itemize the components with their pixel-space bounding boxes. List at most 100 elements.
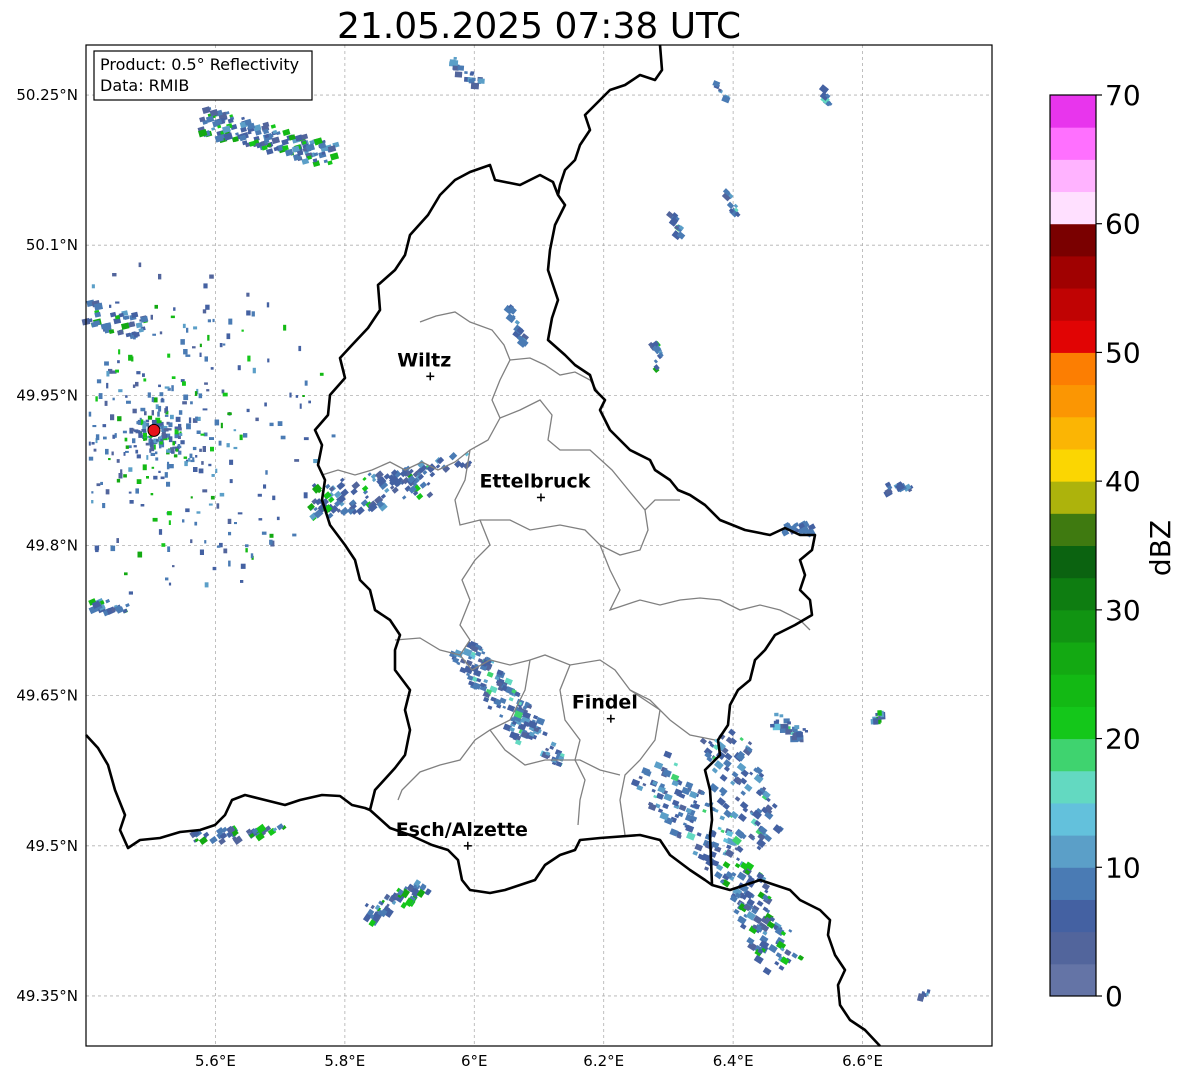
colorbar-tick-label: 40 (1105, 465, 1141, 498)
echo-cell (165, 406, 168, 412)
echo-cell (877, 716, 881, 720)
city-label: Esch/Alzette (396, 819, 528, 841)
echo-cell (135, 381, 139, 387)
echo-cell (228, 560, 231, 567)
colorbar-segment (1050, 899, 1096, 933)
echo-cell (151, 410, 154, 416)
colorbar-segment (1050, 384, 1096, 418)
colorbar-segment (1050, 706, 1096, 740)
echo-cell (189, 453, 193, 459)
echo-cell (229, 479, 233, 484)
echo-cell (775, 719, 780, 723)
echo-cell (160, 438, 163, 442)
echo-cell (877, 710, 882, 716)
echo-cell (105, 448, 109, 455)
colorbar-segment (1050, 835, 1096, 868)
echo-cell (98, 393, 103, 399)
echo-cell (210, 446, 214, 452)
echo-cell (202, 309, 207, 314)
echo-cell (128, 591, 133, 595)
echo-cell (246, 292, 250, 297)
echo-cell (180, 440, 185, 445)
colorbar-segment (1050, 963, 1096, 997)
lat-tick-label: 49.95°N (16, 386, 78, 404)
echo-cell (160, 476, 165, 480)
echo-cell (158, 529, 163, 535)
echo-cell (155, 451, 158, 455)
echo-cell (192, 446, 197, 451)
echo-cell (233, 429, 237, 432)
echo-cell (153, 475, 158, 480)
echo-cell (125, 445, 129, 449)
echo-cell (449, 59, 456, 65)
lat-tick-label: 50.1°N (26, 236, 78, 254)
echo-cell (796, 731, 803, 738)
echo-cell (226, 333, 231, 340)
echo-cell (91, 500, 94, 504)
echo-cell (196, 430, 201, 434)
echo-cell (292, 533, 297, 537)
echo-cell (180, 339, 185, 345)
echo-cell (211, 474, 215, 477)
echo-cell (214, 419, 220, 426)
echo-cell (147, 415, 153, 420)
lon-tick-label: 5.6°E (195, 1052, 236, 1070)
lon-tick-label: 6°E (461, 1052, 488, 1070)
echo-cell (222, 343, 226, 346)
echo-cell (233, 446, 238, 450)
echo-cell (263, 484, 267, 489)
echo-cell (240, 580, 244, 583)
echo-cell (250, 553, 254, 559)
echo-cell (207, 319, 211, 323)
echo-cell (161, 543, 166, 547)
colorbar-segment (1050, 191, 1096, 225)
echo-cell (150, 493, 154, 496)
echo-cell (295, 395, 299, 398)
echo-cell (172, 565, 175, 568)
echo-cell (115, 369, 119, 373)
echo-cell (269, 422, 274, 427)
colorbar-segment (1050, 481, 1096, 514)
echo-cell (186, 423, 191, 430)
echo-cell (245, 548, 248, 553)
echo-cell (243, 433, 248, 438)
echo-cell (227, 518, 232, 524)
echo-cell (182, 519, 185, 523)
echo-cell (132, 438, 136, 444)
echo-cell (170, 315, 175, 319)
echo-cell (199, 343, 202, 348)
lon-tick-label: 5.8°E (324, 1052, 365, 1070)
echo-cell (167, 511, 172, 516)
echo-cell (171, 376, 176, 379)
echo-cell (165, 577, 169, 581)
echo-cell (104, 400, 108, 406)
echo-cell (128, 445, 132, 449)
echo-cell (276, 516, 280, 521)
echo-cell (783, 724, 788, 729)
info-box: Product: 0.5° Reflectivity Data: RMIB (93, 50, 313, 101)
echo-cell (88, 456, 94, 461)
echo-cell (100, 481, 103, 485)
echo-cell (237, 512, 243, 515)
echo-cell (247, 355, 251, 362)
echo-cell (182, 323, 186, 329)
echo-cell (195, 455, 198, 458)
echo-cell (210, 495, 215, 500)
echo-cell (206, 389, 210, 392)
echo-cell (219, 492, 225, 497)
echo-cell (199, 448, 202, 452)
echo-cell (170, 414, 174, 420)
echo-cell (319, 372, 324, 376)
echo-cell (116, 538, 119, 543)
echo-cell (167, 461, 170, 465)
echo-cell (136, 421, 140, 425)
echo-cell (183, 349, 188, 355)
echo-cell (234, 522, 237, 525)
echo-cell (93, 448, 97, 452)
echo-cell (102, 424, 107, 428)
echo-cell (123, 474, 127, 478)
echo-cell (228, 531, 232, 536)
lon-tick-label: 6.6°E (842, 1052, 883, 1070)
colorbar-segment (1050, 609, 1096, 643)
echo-cell (223, 548, 228, 554)
